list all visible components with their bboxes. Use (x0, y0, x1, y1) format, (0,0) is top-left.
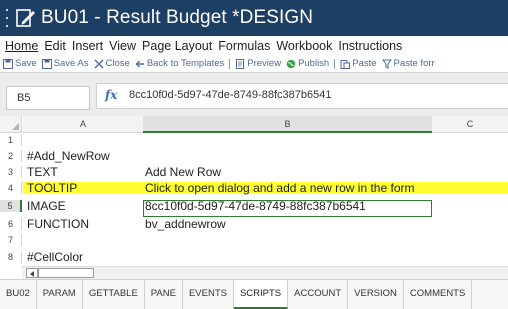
row-header[interactable]: 5 (0, 200, 22, 212)
preview-button[interactable]: Preview (235, 58, 281, 69)
tab-bu02[interactable]: BU02 (0, 280, 37, 309)
select-all-corner[interactable] (0, 116, 22, 133)
menu-page-layout[interactable]: Page Layout (142, 38, 212, 55)
tab-comments[interactable]: COMMENTS (404, 280, 473, 309)
row-header[interactable]: 1 (0, 134, 22, 146)
formula-bar: B5 fx 8cc10f0d-5d97-47de-8749-88fc387b65… (0, 72, 508, 116)
cell-a8[interactable]: #CellColor (27, 251, 83, 263)
cell-a6[interactable]: FUNCTION (27, 218, 89, 230)
close-label: Close (105, 58, 130, 69)
save-as-button[interactable]: Save As (41, 58, 89, 69)
tab-pane[interactable]: PANE (145, 280, 183, 309)
row-header[interactable]: 2 (0, 150, 22, 162)
toolbar: Save Save As Close Back to Templates Pre… (0, 55, 508, 72)
filter-icon (381, 59, 392, 69)
tab-account[interactable]: ACCOUNT (288, 280, 349, 309)
paste-formula-label: Paste forr (393, 58, 435, 69)
table-row (23, 234, 508, 246)
back-to-templates-label: Back to Templates (146, 58, 225, 69)
table-row (23, 134, 508, 146)
cell-a5[interactable]: IMAGE (27, 200, 66, 212)
scrollbar-thumb[interactable] (38, 268, 94, 278)
table-row: TEXT Add New Row (23, 166, 508, 178)
paste-label: Paste (352, 58, 377, 69)
tab-gettable[interactable]: GETTABLE (83, 280, 145, 309)
edit-document-icon (15, 7, 37, 29)
save-button[interactable]: Save (3, 58, 37, 69)
clipboard-icon (340, 59, 351, 69)
title-bar: BU01 - Result Budget *DESIGN (0, 0, 508, 36)
cell-b4[interactable]: Click to open dialog and add a new row i… (145, 182, 415, 194)
table-row: TOOLTIP Click to open dialog and add a n… (23, 182, 508, 194)
table-row: #CellColor (23, 251, 508, 263)
toolbar-divider (229, 58, 231, 69)
menu-bar: Home Edit Insert View Page Layout Formul… (0, 36, 508, 55)
cell-b3[interactable]: Add New Row (145, 166, 221, 178)
row-header[interactable]: 3 (0, 166, 22, 178)
back-to-templates-button[interactable]: Back to Templates (135, 58, 224, 69)
toolbar-divider (334, 58, 336, 69)
tab-events[interactable]: EVENTS (183, 280, 234, 309)
menu-formulas[interactable]: Formulas (218, 38, 270, 55)
save-as-label: Save As (53, 58, 89, 69)
spreadsheet-grid[interactable]: A B C 1 2 #Add_NewRow 3 TEXT Add New Row… (0, 116, 508, 266)
globe-icon (286, 59, 296, 69)
floppy-disk-icon (3, 58, 13, 69)
menu-instructions[interactable]: Instructions (338, 38, 402, 55)
scroll-left-icon[interactable] (26, 268, 38, 278)
table-row: #Add_NewRow (23, 150, 508, 162)
floppy-disk-icon (41, 58, 52, 69)
menu-edit[interactable]: Edit (44, 38, 66, 55)
row-header[interactable]: 6 (0, 218, 22, 230)
select-all-triangle-icon (12, 123, 19, 130)
drag-handle-icon[interactable] (3, 9, 11, 27)
row-header[interactable]: 4 (0, 182, 22, 194)
name-box[interactable]: B5 (6, 86, 90, 110)
cell-b6[interactable]: bv_addnewrow (145, 218, 226, 230)
menu-insert[interactable]: Insert (72, 38, 103, 55)
close-icon (94, 59, 104, 69)
horizontal-scrollbar[interactable] (22, 266, 508, 279)
cell-a3[interactable]: TEXT (27, 166, 58, 178)
active-cell-border (143, 200, 432, 217)
cell-a4[interactable]: TOOLTIP (27, 182, 77, 194)
formula-input[interactable]: fx 8cc10f0d-5d97-47de-8749-88fc387b6541 (96, 83, 508, 109)
table-row: FUNCTION bv_addnewrow (23, 218, 508, 230)
row-header[interactable]: 7 (0, 234, 22, 246)
window-title: BU01 - Result Budget *DESIGN (41, 7, 314, 28)
column-header-c[interactable]: C (432, 116, 508, 133)
tab-param[interactable]: PARAM (37, 280, 83, 309)
formula-value: 8cc10f0d-5d97-47de-8749-88fc387b6541 (129, 89, 332, 101)
tab-version[interactable]: VERSION (348, 280, 404, 309)
menu-home[interactable]: Home (5, 38, 38, 55)
column-header-b[interactable]: B (143, 116, 432, 133)
menu-view[interactable]: View (109, 38, 136, 55)
row-header[interactable]: 8 (0, 251, 22, 263)
arrow-left-icon (135, 59, 145, 69)
function-icon[interactable]: fx (105, 88, 117, 102)
tab-scripts[interactable]: SCRIPTS (233, 280, 289, 309)
close-button[interactable]: Close (94, 58, 130, 69)
paste-formula-button[interactable]: Paste forr (381, 58, 435, 69)
document-icon (235, 58, 245, 69)
column-header-a[interactable]: A (23, 116, 143, 133)
sheet-tabs: BU02 PARAM GETTABLE PANE EVENTS SCRIPTS … (0, 279, 508, 309)
publish-label: Publish (298, 58, 330, 69)
preview-label: Preview (247, 58, 282, 69)
publish-button[interactable]: Publish (286, 58, 329, 69)
menu-workbook[interactable]: Workbook (276, 38, 332, 55)
save-label: Save (15, 58, 37, 69)
cell-a2[interactable]: #Add_NewRow (27, 150, 110, 162)
paste-button[interactable]: Paste (340, 58, 377, 69)
